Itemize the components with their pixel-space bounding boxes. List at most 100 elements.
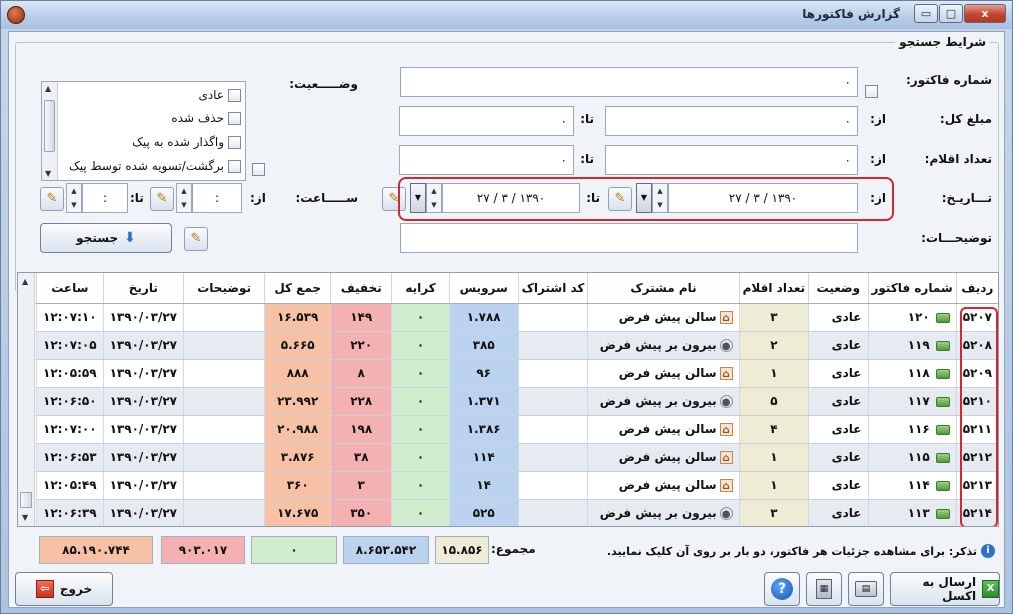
status-checkbox[interactable] [228,159,241,173]
scroll-up-icon[interactable]: ▲ [45,84,51,93]
calculator-button[interactable]: ▦ [806,572,842,606]
cell-customer: ⌂سالن پیش فرض [587,415,740,444]
cell-invoice-no: ۱۲۰ [867,303,957,332]
table-scrollbar[interactable]: ▲ ▼ [18,273,35,526]
table-row[interactable]: ۵۲۱۲ ۱۱۵ عادی ۱ ⌂سالن پیش فرض ۱۱۴ ۰ ۳۸ ۳.۸۷۶ ۱۳۹۰… [36,443,998,472]
scroll-down-icon[interactable]: ▼ [45,169,51,178]
status-option-returned-courier[interactable]: برگشت/تسویه شده توسط پیک [69,159,241,173]
status-option-normal[interactable]: عادی [198,88,241,102]
col-radif[interactable]: ردیف [955,273,998,304]
cell-invoice-no: ۱۱۶ [867,415,957,444]
time-to-spinner[interactable]: ▲ ▼ [66,183,82,213]
minimize-button[interactable]: ▭ [914,4,938,23]
table-row[interactable]: ۵۲۰۷ ۱۲۰ عادی ۳ ⌂سالن پیش فرض ۱.۷۸۸ ۰ ۱۴۹ ۱۶.۵۳۹… [36,303,998,332]
scroll-up-icon[interactable]: ▲ [22,277,28,286]
cell-customer: ⌂سالن پیش فرض [587,443,740,472]
clear-time-from-button[interactable]: ✎ [150,187,174,211]
items-to-label: تا: [580,152,594,166]
arrow-down-icon: ⬇ [124,230,136,246]
amount-from-input[interactable]: ۰ [605,106,858,136]
col-status[interactable]: وضعیت [808,273,868,304]
search-button[interactable]: ⬇ جستجو [40,223,172,253]
cell-sub-code [517,387,588,416]
time-from-input[interactable]: : [192,183,242,213]
time-from-spinner[interactable]: ▲ ▼ [176,183,192,213]
status-list[interactable]: ▲ ▼ عادی حذف شده واگذار شده به پیک برگشت… [41,81,246,181]
cell-description [182,387,265,416]
col-time[interactable]: ساعت [36,273,104,304]
app-icon[interactable] [7,6,25,24]
help-button[interactable]: ? [764,572,800,606]
col-customer[interactable]: نام مشترک [587,273,740,304]
status-option-assigned-courier[interactable]: واگذار شده به پیک [132,135,241,149]
spin-down-icon[interactable]: ▼ [177,198,191,212]
print-button[interactable]: ▤ [848,572,884,606]
table-row[interactable]: ۵۲۰۹ ۱۱۸ عادی ۱ ⌂سالن پیش فرض ۹۶ ۰ ۸ ۸۸۸ ۱۳۹۰/۰۳/… [36,359,998,388]
table-row[interactable]: ۵۲۰۸ ۱۱۹ عادی ۲ ●بیرون بر پیش فرض ۳۸۵ ۰ ۲۲۰ ۵.۶۶… [36,331,998,360]
status-checkbox[interactable] [228,135,241,149]
col-qty[interactable]: تعداد اقلام [738,273,809,304]
col-fare[interactable]: کرایه [391,273,450,304]
cell-fare: ۰ [391,415,450,444]
col-discount[interactable]: تخفیف [330,273,392,304]
status-option-deleted[interactable]: حذف شده [171,111,241,125]
cell-sub-code [517,443,588,472]
status-list-scrollbar[interactable]: ▲ ▼ [42,82,58,180]
status-checkbox[interactable] [228,111,241,125]
status-checkbox[interactable] [228,88,241,102]
cell-discount: ۱۴۹ [330,303,392,332]
cell-service: ۱۴ [448,471,519,500]
col-date[interactable]: تاریخ [102,273,184,304]
cell-total: ۳.۸۷۶ [264,443,331,472]
cell-fare: ۰ [391,387,450,416]
cell-customer: ⌂سالن پیش فرض [587,471,740,500]
invoice-no-input[interactable]: ۰ [400,67,858,97]
maximize-button[interactable]: □ [939,4,963,23]
spin-down-icon[interactable]: ▼ [67,198,81,212]
time-label: ســـــاعت: [295,191,358,205]
status-all-checkbox[interactable] [252,163,265,176]
cell-date: ۱۳۹۰/۰۳/۲۷ [102,387,184,416]
col-service[interactable]: سرویس [448,273,519,304]
close-button[interactable]: x [964,4,1006,23]
export-excel-button[interactable]: X ارسال به اکسل [890,572,1000,606]
sum-fare: ۰ [251,536,337,564]
table-header-row: ردیف شماره فاکتور وضعیت تعداد اقلام نام … [36,273,998,304]
exit-button[interactable]: خروج ⇦ [15,572,113,606]
items-from-label: از: [870,152,886,166]
spin-up-icon[interactable]: ▲ [67,184,81,198]
printer-icon: ▤ [855,581,877,597]
invoice-no-label: شماره فاکتور: [906,73,992,87]
title-bar[interactable]: گزارش فاکتورها ▭ □ x [1,1,1012,29]
clear-all-button[interactable]: ✎ [184,227,208,251]
scroll-thumb[interactable] [20,492,32,508]
scroll-thumb[interactable] [44,100,55,152]
table-row[interactable]: ۵۲۱۳ ۱۱۴ عادی ۱ ⌂سالن پیش فرض ۱۴ ۰ ۳ ۳۶۰ ۱۳۹۰/۰۳/… [36,471,998,500]
amount-to-input[interactable]: ۰ [399,106,574,136]
cell-description [182,303,265,332]
col-sub-code[interactable]: کد اشتراک [517,273,588,304]
cell-qty: ۳ [738,499,809,526]
col-description[interactable]: توضیحات [182,273,265,304]
spin-up-icon[interactable]: ▲ [177,184,191,198]
time-to-input[interactable]: : [82,183,128,213]
col-total[interactable]: جمع کل [264,273,331,304]
scroll-down-icon[interactable]: ▼ [22,513,28,522]
cell-status: عادی [808,499,868,526]
items-from-input[interactable]: ۰ [605,145,858,175]
table-row[interactable]: ۵۲۱۰ ۱۱۷ عادی ۵ ●بیرون بر پیش فرض ۱.۳۷۱ ۰ ۲۲۸ ۲۳… [36,387,998,416]
table-row[interactable]: ۵۲۱۴ ۱۱۳ عادی ۳ ●بیرون بر پیش فرض ۵۲۵ ۰ ۳۵۰ ۱۷.۶… [36,499,998,526]
cell-invoice-no: ۱۱۷ [867,387,957,416]
items-to-input[interactable]: ۰ [399,145,574,175]
description-input[interactable] [400,223,858,253]
invoices-table[interactable]: ▲ ▼ ردیف شماره فاکتور وضعیت تعداد اقلام … [17,272,999,527]
cell-total: ۵.۶۶۵ [264,331,331,360]
cell-discount: ۲۲۸ [330,387,392,416]
receipt-icon [935,452,950,463]
cell-fare: ۰ [391,359,450,388]
home-icon: ⌂ [719,451,733,464]
table-row[interactable]: ۵۲۱۱ ۱۱۶ عادی ۴ ⌂سالن پیش فرض ۱.۳۸۶ ۰ ۱۹۸ ۲۰.۹۸۸… [36,415,998,444]
col-invoice-no[interactable]: شماره فاکتور [867,273,957,304]
invoice-no-checkbox[interactable] [865,85,878,98]
clear-time-to-button[interactable]: ✎ [40,187,64,211]
